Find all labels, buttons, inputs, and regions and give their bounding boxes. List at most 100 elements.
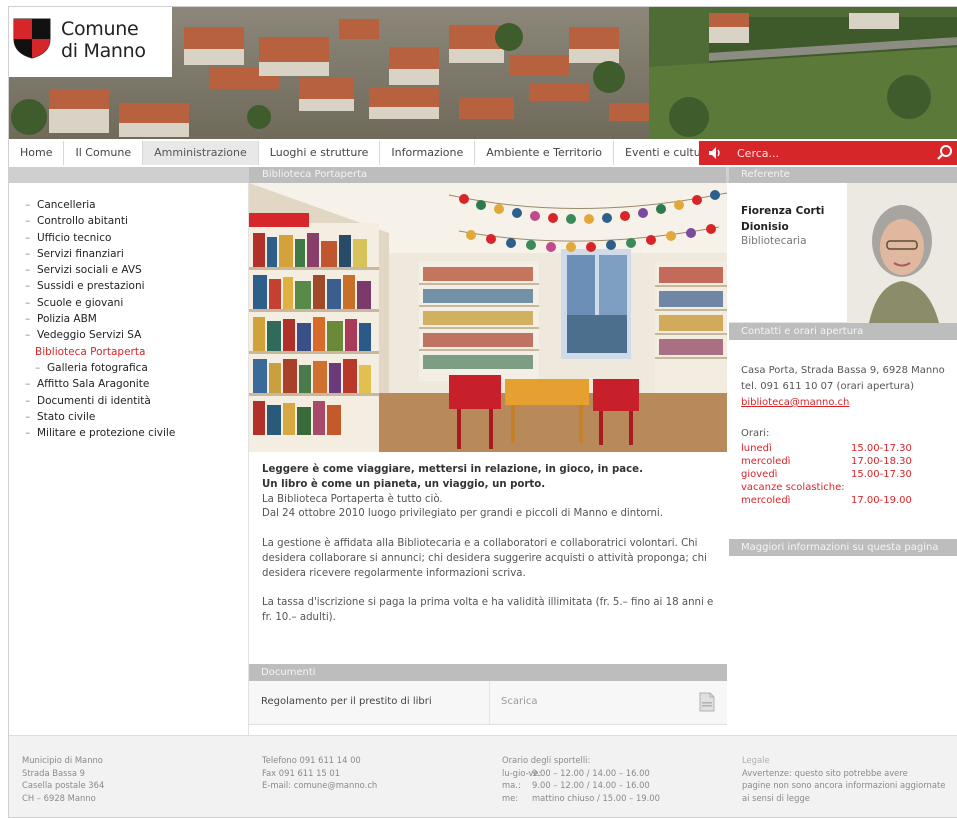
contact-role: Bibliotecaria: [741, 235, 807, 247]
sidebar-item-servizi-finanziari[interactable]: – Servizi finanziari: [25, 246, 175, 262]
footer-line: Casella postale 364: [22, 780, 105, 791]
logo[interactable]: Comune di Manno: [9, 7, 172, 77]
search-bar: [699, 141, 957, 165]
sidebar-item-label: Documenti di identità: [37, 394, 151, 407]
sidebar-item-servizi-sociali-e-avs[interactable]: – Servizi sociali e AVS: [25, 262, 175, 278]
document-row[interactable]: Regolamento per il prestito di libri Sca…: [249, 681, 727, 725]
sidebar-item-ufficio-tecnico[interactable]: – Ufficio tecnico: [25, 230, 175, 246]
paragraph-2: La gestione è affidata alla Bibliotecari…: [262, 537, 707, 579]
contacts-header: Contatti e orari apertura: [729, 323, 957, 340]
document-separator: [489, 681, 490, 725]
bullet-dash-icon: –: [25, 378, 31, 391]
sidebar-item-militare-e-protezione-civile[interactable]: – Militare e protezione civile: [25, 425, 175, 441]
right-column: Fiorenza Corti Dionisio Bibliotecaria Co…: [729, 183, 957, 735]
footer-hours-day: lu-gio-ve:: [502, 767, 542, 778]
nav-tab-informazione[interactable]: Informazione: [380, 141, 476, 165]
sidebar-item-biblioteca-portaperta[interactable]: Biblioteca Portaperta: [25, 344, 175, 360]
nav-tab-home[interactable]: Home: [9, 141, 65, 165]
footer-line: ai sensi di legge: [742, 792, 810, 803]
sidebar-item-scuole-e-giovani[interactable]: – Scuole e giovani: [25, 295, 175, 311]
sidebar-item-controllo-abitanti[interactable]: – Controllo abitanti: [25, 213, 175, 229]
bullet-dash-icon: –: [25, 231, 31, 244]
nav-tab-amministrazione[interactable]: Amministrazione: [143, 141, 259, 165]
footer-line: Telefono 091 611 14 00: [262, 755, 361, 765]
footer-contacts: Telefono 091 611 14 00 Fax 091 611 15 01 E…: [262, 754, 377, 792]
sidebar-item-documenti-di-identit-[interactable]: – Documenti di identità: [25, 393, 175, 409]
footer-line: Avvertenze: questo sito potrebbe avere: [742, 767, 908, 778]
sidebar-item-sussidi-e-prestazioni[interactable]: – Sussidi e prestazioni: [25, 278, 175, 294]
nav-tab-luoghi-e-strutture[interactable]: Luoghi e strutture: [258, 141, 381, 165]
sidebar-item-vedeggio-servizi-sa[interactable]: – Vedeggio Servizi SA: [25, 327, 175, 343]
sidebar-item-label: Biblioteca Portaperta: [35, 345, 146, 358]
library-interior-image: [249, 183, 727, 452]
sidebar-item-polizia-abm[interactable]: – Polizia ABM: [25, 311, 175, 327]
footer-hours-row: ma.: 9.00 – 12.00 / 14.00 – 16.00: [502, 779, 660, 792]
sidebar-item-label: Servizi finanziari: [37, 247, 124, 260]
bullet-dash-icon: –: [25, 410, 31, 423]
footer-hours-time: 9.00 – 12.00 / 14.00 – 16.00: [532, 780, 650, 791]
logo-line-2: di Manno: [61, 40, 146, 62]
article-text: Leggere è come viaggiare, mettersi in re…: [262, 463, 717, 641]
sidebar-item-cancelleria[interactable]: – Cancelleria: [25, 197, 175, 213]
contact-card: Fiorenza Corti Dionisio Bibliotecaria: [729, 183, 957, 323]
footer-line: CH – 6928 Manno: [22, 792, 96, 803]
hours-label: Orari:: [741, 428, 770, 439]
sidebar-item-label: Scuole e giovani: [37, 296, 124, 309]
nav-tabs: Home Il Comune Amministrazione Luoghi e str…: [9, 139, 724, 167]
hours-day: giovedì: [741, 469, 778, 480]
holiday-rows: mercoledì 17.00-19.00: [741, 494, 951, 507]
more-info-header: Maggiori informazioni su questa pagina: [729, 539, 957, 556]
footer-line: pagine non sono ancora informazioni aggi…: [742, 780, 946, 791]
footer-hours-day: ma.:: [502, 780, 521, 791]
search-icon[interactable]: [936, 144, 954, 162]
portrait-photo: [847, 183, 957, 323]
pdf-file-icon[interactable]: [699, 692, 715, 712]
paragraph-1a: La Biblioteca Portaperta è tutto ciò.: [262, 493, 443, 505]
bullet-dash-icon: –: [25, 280, 31, 293]
footer-legal-title: Legale: [742, 755, 770, 765]
hours-day: mercoledì: [741, 495, 791, 506]
bullet-dash-icon: –: [25, 199, 31, 211]
hours-row: lunedì 15.00-17.30: [741, 442, 951, 455]
header-banner: Comune di Manno: [9, 7, 957, 139]
hours-time: 17.00-19.00: [851, 495, 912, 506]
address-block: Casa Porta, Strada Bassa 9, 6928 Manno t…: [741, 363, 956, 411]
sidebar-item-label: Cancelleria: [37, 199, 96, 211]
sidebar-item-affitto-sala-aragonite[interactable]: – Affitto Sala Aragonite: [25, 376, 175, 392]
speaker-icon[interactable]: [707, 145, 723, 161]
search-input[interactable]: [737, 144, 927, 162]
hours-time: 17.00-18.30: [851, 456, 912, 467]
right-title: Referente: [729, 167, 957, 183]
hours-day: mercoledì: [741, 456, 791, 467]
hours-row: mercoledì 17.00-19.00: [741, 494, 951, 507]
footer-hours-day: me:: [502, 792, 519, 803]
footer-legal-rows: Avvertenze: questo sito potrebbe avere pa…: [742, 767, 945, 805]
holiday-label: vacanze scolastiche:: [741, 482, 845, 493]
hours-time: 15.00-17.30: [851, 469, 912, 480]
sidebar-item-label: Affitto Sala Aragonite: [37, 378, 150, 391]
footer-hours-rows: lu-gio-ve: 9.00 – 12.00 / 14.00 – 16.00 ma…: [502, 767, 660, 805]
footer-hours-time: 9.00 – 12.00 / 14.00 – 16.00: [532, 767, 650, 778]
sidebar-menu: – Cancelleria – Controllo abitanti – Ufficio …: [25, 197, 175, 441]
footer-hours-row: me: mattino chiuso / 15.00 – 19.00: [502, 792, 660, 805]
page-frame: Comune di Manno Home Il Comune Amministraz…: [8, 6, 957, 818]
portrait-image: [847, 183, 957, 323]
lead-line-1: Leggere è come viaggiare, mettersi in re…: [262, 464, 643, 475]
email-link[interactable]: biblioteca@manno.ch: [741, 395, 956, 411]
sidebar-item-label: Polizia ABM: [37, 313, 97, 326]
download-link[interactable]: Scarica: [501, 696, 538, 707]
footer: Municipio di Manno Strada Bassa 9 Casella …: [9, 735, 957, 817]
nav-tab-il-comune[interactable]: Il Comune: [64, 141, 144, 165]
document-name[interactable]: Regolamento per il prestito di libri: [261, 696, 432, 707]
bullet-dash-icon: –: [25, 215, 31, 228]
center-title: Biblioteca Portaperta: [249, 167, 726, 183]
main-content: Leggere è come viaggiare, mettersi in re…: [249, 183, 729, 735]
bullet-dash-icon: –: [25, 247, 31, 260]
nav-tab-ambiente-e-territorio[interactable]: Ambiente e Territorio: [475, 141, 615, 165]
hours-day: lunedì: [741, 443, 772, 454]
bullet-dash-icon: –: [35, 361, 41, 374]
sidebar-item-galleria-fotografica[interactable]: – Galleria fotografica: [25, 360, 175, 376]
bullet-dash-icon: –: [25, 329, 31, 342]
sidebar-item-stato-civile[interactable]: – Stato civile: [25, 409, 175, 425]
contact-name-line-1: Fiorenza Corti: [741, 205, 825, 217]
